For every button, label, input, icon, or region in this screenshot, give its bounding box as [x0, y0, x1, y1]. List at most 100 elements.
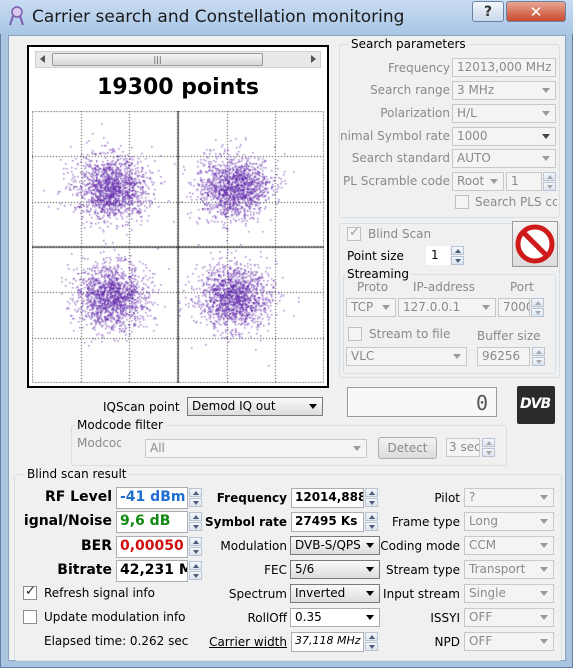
- issyi-select[interactable]: OFF: [464, 608, 554, 627]
- issyi-label: ISSYI: [430, 611, 460, 625]
- scroll-left-icon[interactable]: [40, 55, 45, 63]
- scroll-thumb[interactable]: |||: [52, 53, 263, 66]
- search-range-value: 3 MHz: [457, 83, 495, 97]
- frequency-result-label: Frequency: [216, 491, 287, 505]
- chevron-down-icon: [540, 519, 548, 524]
- carrier-width-spinner[interactable]: [365, 632, 378, 651]
- refresh-signal-label: Refresh signal info: [44, 586, 155, 600]
- modcode-select[interactable]: All: [145, 439, 367, 458]
- close-button[interactable]: ✕: [506, 1, 566, 22]
- chevron-down-icon: [382, 305, 390, 310]
- signal-noise-spinner[interactable]: [189, 512, 202, 531]
- update-modulation-checkbox[interactable]: [23, 610, 37, 624]
- symbol-rate-value: 1000: [457, 129, 488, 143]
- buffer-size-field[interactable]: 96256: [477, 347, 530, 366]
- chevron-down-icon: [482, 305, 490, 310]
- stop-button[interactable]: [512, 221, 558, 267]
- detect-button[interactable]: Detect: [378, 437, 437, 459]
- scroll-right-icon[interactable]: [311, 55, 316, 63]
- search-standard-select[interactable]: AUTO: [452, 149, 556, 168]
- packet-counter: 0: [347, 387, 497, 417]
- pls-mode-select[interactable]: Root: [452, 172, 504, 191]
- update-modulation-label: Update modulation info: [44, 610, 186, 624]
- stream-to-file-checkbox[interactable]: [348, 327, 362, 341]
- port-field[interactable]: 7000: [498, 298, 530, 317]
- rolloff-label: RollOff: [247, 611, 287, 625]
- npd-value: OFF: [469, 634, 493, 648]
- frequency-field[interactable]: 12013,000 MHz: [452, 58, 556, 77]
- player-value: VLC: [351, 349, 375, 363]
- proto-select[interactable]: TCP: [346, 298, 396, 317]
- buffer-size-spinner[interactable]: [532, 347, 545, 366]
- modcode-label: Modcode: [77, 436, 121, 450]
- help-button[interactable]: ?: [472, 1, 504, 22]
- chevron-down-icon: [366, 591, 374, 596]
- chevron-down-icon: [542, 134, 550, 139]
- bitrate-spinner[interactable]: [189, 561, 202, 580]
- polarization-label: Polarization: [380, 106, 450, 120]
- check-icon: ✓: [25, 584, 36, 599]
- ip-address-select[interactable]: 127.0.0.1: [398, 298, 496, 317]
- rf-level-text: -41 dBm: [120, 489, 186, 505]
- iq-scan-point-select[interactable]: Demod IQ out: [187, 397, 323, 416]
- port-spinner[interactable]: [531, 298, 544, 317]
- input-stream-select[interactable]: Single: [464, 584, 554, 603]
- bitrate-label: Bitrate: [57, 562, 112, 578]
- plot-scrollbar[interactable]: |||: [35, 51, 321, 68]
- dvb-logo: DVB: [517, 386, 555, 424]
- constellation-panel: ||| 19300 points: [27, 45, 329, 388]
- carrier-width-value: 37,118 MHz: [291, 632, 364, 652]
- rf-level-spinner[interactable]: [189, 488, 202, 507]
- frequency-result-spinner[interactable]: [365, 488, 378, 507]
- chevron-down-icon: [366, 543, 374, 548]
- blind-scan-label: Blind Scan: [368, 227, 432, 241]
- app-icon: [9, 6, 24, 26]
- chevron-down-icon: [540, 639, 548, 644]
- frame-type-select[interactable]: Long: [464, 512, 554, 531]
- symbol-rate-label: nimal Symbol rate: [339, 129, 450, 143]
- pls-code-field[interactable]: 1: [506, 172, 542, 191]
- rf-level-value: -41 dBm: [116, 487, 188, 509]
- pilot-value: ?: [469, 490, 476, 504]
- search-pls-checkbox[interactable]: [455, 195, 469, 209]
- fec-select[interactable]: 5/6: [290, 560, 380, 579]
- pls-mode-value: Root: [457, 174, 485, 188]
- point-size-field[interactable]: 1: [426, 246, 450, 265]
- polarization-select[interactable]: H/L: [452, 104, 556, 123]
- carrier-width-label: Carrier width: [209, 635, 287, 649]
- pls-code-spinner[interactable]: [543, 172, 556, 191]
- npd-label: NPD: [434, 635, 460, 649]
- pilot-select[interactable]: ?: [464, 488, 554, 507]
- iq-scan-point-label: IQScan point: [103, 400, 180, 414]
- coding-mode-select[interactable]: CCM: [464, 536, 554, 555]
- issyi-value: OFF: [469, 610, 493, 624]
- player-select[interactable]: VLC: [346, 347, 467, 366]
- symbol-rate-select[interactable]: 1000: [452, 127, 556, 146]
- detect-interval-spinner[interactable]: [482, 438, 495, 457]
- ber-spinner[interactable]: [189, 537, 202, 556]
- symbol-rate-result-spinner[interactable]: [365, 512, 378, 531]
- point-size-spinner[interactable]: [451, 246, 464, 265]
- stream-type-select[interactable]: Transport: [464, 560, 554, 579]
- blind-scan-result-title: Blind scan result: [25, 467, 129, 481]
- blind-scan-checkbox[interactable]: ✓: [347, 225, 361, 241]
- search-range-select[interactable]: 3 MHz: [452, 81, 556, 100]
- modulation-select[interactable]: DVB-S/QPS: [290, 536, 380, 555]
- rolloff-select[interactable]: 0.35: [290, 608, 380, 627]
- chevron-down-icon: [542, 111, 550, 116]
- signal-noise-text: 9,6 dB: [120, 513, 171, 529]
- refresh-signal-checkbox[interactable]: ✓: [23, 584, 37, 600]
- symbol-rate-result-value: 27495 Ks: [291, 512, 364, 532]
- chevron-down-icon: [540, 567, 548, 572]
- spectrum-select[interactable]: Inverted: [290, 584, 380, 603]
- port-label: Port: [510, 280, 534, 294]
- chevron-down-icon: [353, 446, 361, 451]
- detect-interval-field[interactable]: 3 sec: [446, 438, 480, 457]
- npd-select[interactable]: OFF: [464, 632, 554, 651]
- chevron-down-icon: [309, 404, 317, 409]
- frame-type-label: Frame type: [391, 515, 460, 529]
- coding-mode-label: Coding mode: [380, 539, 460, 553]
- proto-value: TCP: [351, 300, 374, 314]
- chevron-down-icon: [490, 179, 498, 184]
- spectrum-value: Inverted: [295, 586, 346, 600]
